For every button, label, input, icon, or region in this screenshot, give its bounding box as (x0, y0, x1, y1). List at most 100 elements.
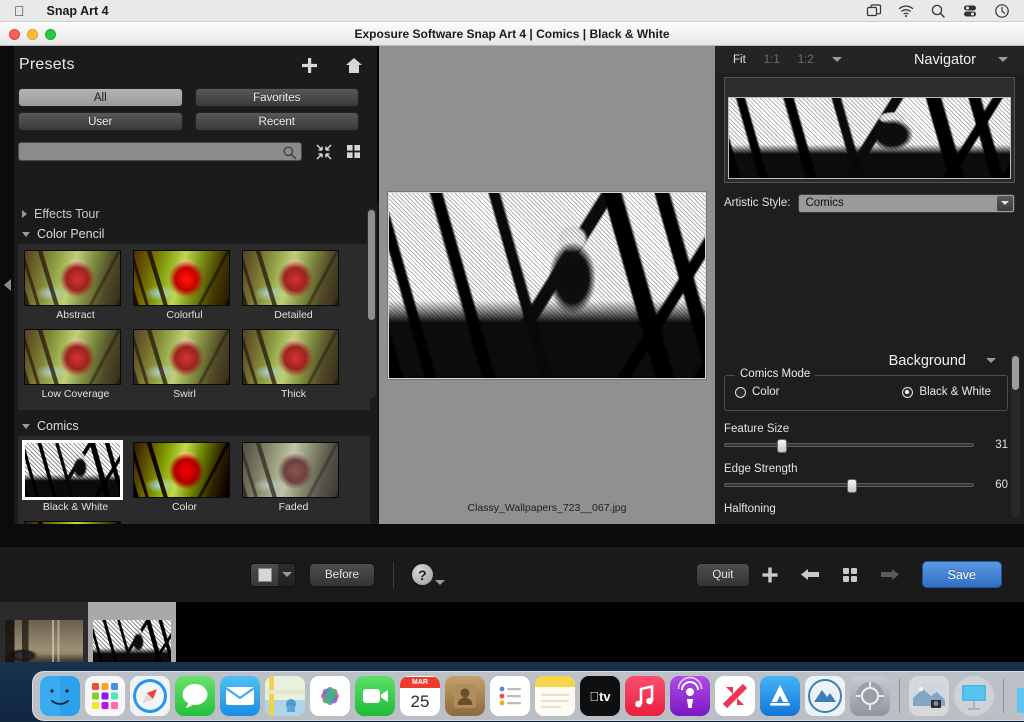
image-canvas[interactable]: Classy_Wallpapers_723__067.jpg (379, 46, 715, 524)
preset-item[interactable] (24, 521, 127, 524)
launchpad-icon[interactable] (85, 676, 125, 716)
view-mode-swatch[interactable] (250, 562, 296, 587)
quit-button[interactable]: Quit (696, 562, 750, 587)
notes-icon[interactable] (535, 676, 575, 716)
slider-knob[interactable] (846, 479, 857, 493)
help-dropdown-icon[interactable] (434, 580, 445, 585)
preset-group-color-pencil[interactable]: Color Pencil (0, 224, 378, 244)
photos-icon[interactable] (310, 676, 350, 716)
mode-black-white-radio[interactable]: Black & White (902, 386, 991, 398)
safari-icon[interactable] (130, 676, 170, 716)
mode-color-radio[interactable]: Color (735, 386, 779, 398)
navigator-header: Fit 1:1 1:2 Navigator (715, 46, 1024, 73)
spotlight-search-icon[interactable] (930, 3, 946, 19)
zoom-fit-button[interactable]: Fit (733, 54, 746, 66)
navigator-preview-box[interactable] (724, 77, 1015, 183)
previous-arrow-icon[interactable] (790, 567, 830, 582)
close-button[interactable] (9, 29, 20, 40)
add-preset-icon[interactable] (300, 56, 319, 75)
preset-group-effects-tour[interactable]: Effects Tour (0, 204, 378, 224)
home-icon[interactable] (345, 57, 363, 74)
siri-icon[interactable] (994, 3, 1010, 19)
preset-label: Colorful (166, 309, 203, 321)
reminders-icon[interactable] (490, 676, 530, 716)
preset-item[interactable]: Low Coverage (24, 329, 127, 400)
filter-user-button[interactable]: User (18, 112, 183, 131)
app-store-icon[interactable] (760, 676, 800, 716)
minimize-button[interactable] (27, 29, 38, 40)
settings-section-title: Background (888, 352, 966, 369)
zoom-dropdown-icon[interactable] (831, 57, 842, 62)
menubar-app-name[interactable]: Snap Art 4 (47, 4, 109, 18)
before-button[interactable]: Before (309, 562, 375, 587)
grid-view-icon[interactable] (346, 144, 361, 159)
preset-item[interactable]: Detailed (242, 250, 345, 321)
settings-scrollbar[interactable] (1011, 354, 1020, 518)
preset-label: Faded (278, 501, 309, 513)
calendar-icon[interactable]: MAR 25 (400, 676, 440, 716)
finder-icon[interactable] (40, 676, 80, 716)
chevron-down-icon[interactable] (986, 358, 996, 363)
maximize-button[interactable] (45, 29, 56, 40)
preset-label: Abstract (56, 309, 95, 321)
edge-strength-slider[interactable] (724, 479, 974, 493)
single-view-icon[interactable] (251, 563, 278, 586)
contacts-icon[interactable] (445, 676, 485, 716)
preview-icon[interactable] (805, 676, 845, 716)
apple-logo-icon[interactable]:  (14, 4, 25, 18)
preset-item[interactable]: Abstract (24, 250, 127, 321)
wifi-icon[interactable] (898, 3, 914, 19)
system-preferences-icon[interactable] (850, 676, 890, 716)
bottom-toolbar: Before ? Quit Save (0, 546, 1024, 602)
save-button[interactable]: Save (921, 561, 1002, 588)
facetime-icon[interactable] (355, 676, 395, 716)
snap-art-icon[interactable] (909, 676, 949, 716)
feature-size-slider-block: Feature Size 31 (724, 423, 1008, 453)
preset-group-comics[interactable]: Comics (0, 416, 378, 436)
preview-image[interactable] (388, 191, 706, 379)
filter-favorites-button[interactable]: Favorites (194, 88, 359, 107)
podcasts-icon[interactable] (670, 676, 710, 716)
mission-control-icon[interactable] (866, 3, 882, 19)
keynote-icon[interactable] (954, 676, 994, 716)
mail-icon[interactable] (220, 676, 260, 716)
preset-thumbnail (24, 521, 121, 524)
control-center-icon[interactable] (962, 3, 978, 19)
preset-label: Thick (280, 388, 307, 400)
zoom-1-1-button[interactable]: 1:1 (764, 54, 780, 66)
dock-divider (899, 679, 900, 713)
zoom-1-2-button[interactable]: 1:2 (798, 54, 814, 66)
filter-all-button[interactable]: All (18, 88, 183, 107)
preset-item[interactable]: Swirl (133, 329, 236, 400)
messages-icon[interactable] (175, 676, 215, 716)
apple-tv-icon[interactable]: tv (580, 676, 620, 716)
next-arrow-icon[interactable] (870, 567, 910, 582)
news-icon[interactable] (715, 676, 755, 716)
preset-item[interactable]: Thick (242, 329, 345, 400)
preset-item[interactable]: Colorful (133, 250, 236, 321)
preset-item-selected[interactable]: Black & White (22, 440, 127, 513)
maps-icon[interactable] (265, 676, 305, 716)
slider-knob[interactable] (777, 439, 788, 453)
collapse-arrows-icon[interactable] (316, 143, 332, 160)
help-button[interactable]: ? (411, 564, 445, 585)
grid-icon[interactable] (830, 567, 870, 583)
music-icon[interactable] (625, 676, 665, 716)
chevron-down-icon[interactable] (997, 195, 1013, 211)
preset-list[interactable]: Effects Tour Color Pencil Abstract Color… (0, 204, 378, 524)
preset-item[interactable]: Faded (242, 442, 345, 513)
artistic-style-select[interactable]: Comics (798, 193, 1015, 213)
feature-size-slider[interactable] (724, 439, 974, 453)
preset-item[interactable]: Color (133, 442, 236, 513)
add-icon[interactable] (750, 566, 790, 584)
window-controls (9, 29, 56, 40)
macos-dock: MAR 25 tv (32, 671, 1024, 721)
search-input[interactable] (19, 143, 301, 160)
navigator-collapse-icon[interactable] (998, 57, 1008, 62)
view-mode-dropdown-icon[interactable] (278, 563, 295, 586)
presets-scrollbar[interactable] (367, 208, 376, 398)
search-box[interactable] (18, 142, 302, 161)
collapse-left-panel-arrow[interactable] (0, 46, 14, 524)
filter-recent-button[interactable]: Recent (194, 112, 359, 131)
downloads-folder-icon[interactable] (1013, 676, 1024, 716)
